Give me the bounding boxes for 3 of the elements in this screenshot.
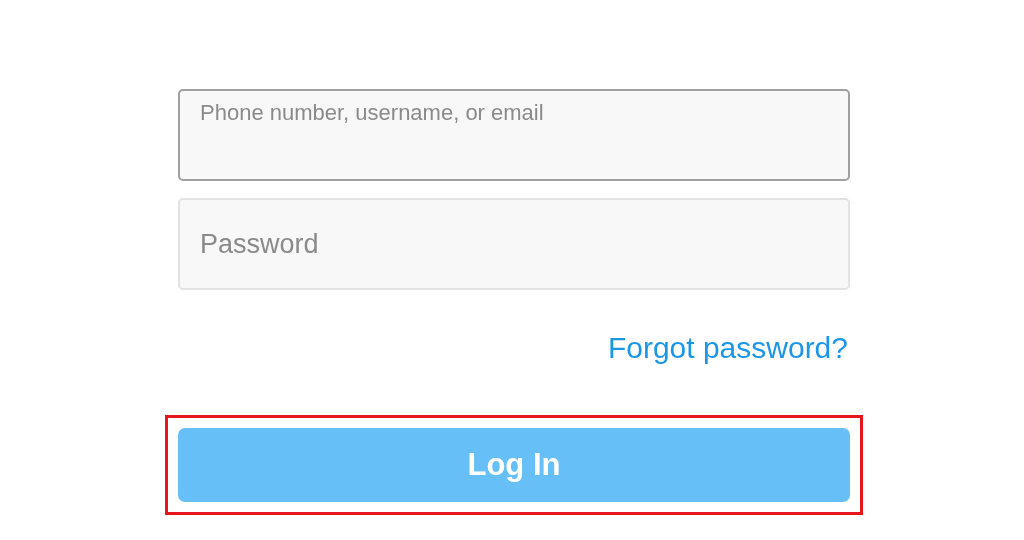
forgot-password-link[interactable]: Forgot password?	[607, 331, 848, 365]
input-field[interactable]: Phone number, username, or email	[178, 89, 850, 181]
log-in-button[interactable]: Log In	[178, 428, 850, 502]
